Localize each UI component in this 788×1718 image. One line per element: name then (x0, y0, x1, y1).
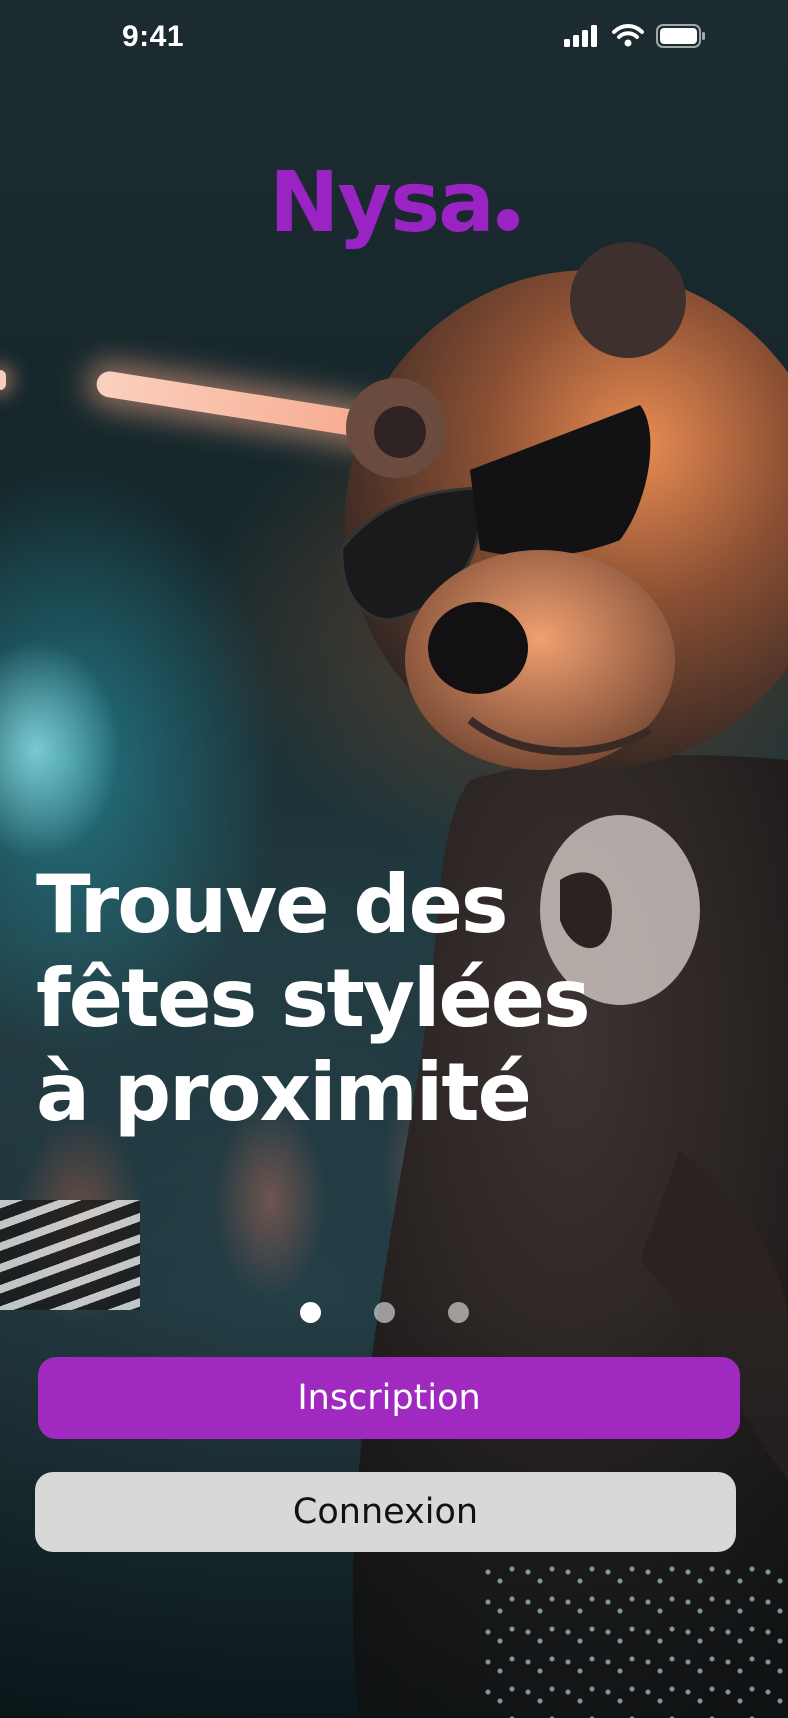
headline-line: Trouve des (36, 858, 509, 951)
cellular-signal-icon (564, 25, 597, 47)
battery-icon (656, 24, 705, 48)
signup-button[interactable]: Inscription (38, 1357, 740, 1439)
hero-headline: Trouve des fêtes stylées à proximité (36, 858, 696, 1140)
status-icons (564, 24, 706, 48)
status-bar: 9:41 (0, 0, 788, 80)
headline-line: fêtes stylées (36, 952, 591, 1045)
page-dot-1[interactable] (300, 1302, 321, 1323)
brand-name: Nysa (269, 153, 495, 251)
onboarding-screen: 9:41 Nysa Trouve des fêtes stylées à pro… (0, 0, 788, 1718)
login-button[interactable]: Connexion (35, 1472, 736, 1552)
headline-line: à proximité (36, 1046, 532, 1139)
status-time: 9:41 (122, 20, 185, 53)
wifi-icon (612, 24, 644, 47)
page-indicator (0, 1302, 788, 1324)
page-dot-2[interactable] (374, 1302, 395, 1323)
floor-confetti (480, 1560, 788, 1718)
page-dot-3[interactable] (448, 1302, 469, 1323)
brand-logo: Nysa (0, 160, 788, 244)
brand-logo-dot (496, 209, 519, 231)
